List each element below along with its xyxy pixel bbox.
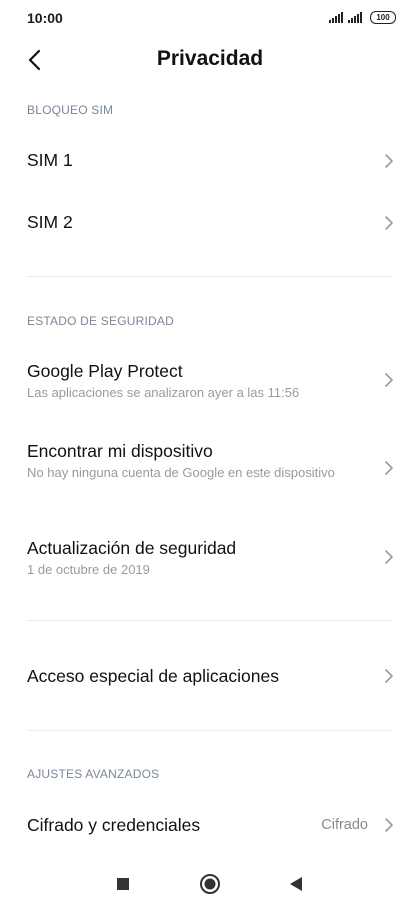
home-circle-icon xyxy=(200,874,220,894)
back-triangle-icon xyxy=(290,877,302,891)
chevron-right-icon xyxy=(385,461,393,475)
list-item-title: Encontrar mi dispositivo xyxy=(27,441,213,461)
list-item-title: Cifrado y credenciales xyxy=(27,815,201,835)
signal-icon xyxy=(329,11,343,23)
list-item-subtitle: Las aplicaciones se analizaron ayer a la… xyxy=(27,385,300,400)
divider xyxy=(27,276,393,277)
divider xyxy=(27,730,393,731)
list-item-security-update[interactable]: Actualización de seguridad 1 de octubre … xyxy=(0,527,420,589)
app-header: Privacidad xyxy=(0,36,420,84)
battery-level: 100 xyxy=(376,12,390,22)
section-header-advanced-settings: AJUSTES AVANZADOS xyxy=(27,767,160,781)
chevron-right-icon xyxy=(385,669,393,683)
recents-square-icon xyxy=(117,878,129,890)
section-header-security-status: ESTADO DE SEGURIDAD xyxy=(27,314,174,328)
battery-icon: 100 xyxy=(370,10,396,24)
list-item-google-play-protect[interactable]: Google Play Protect Las aplicaciones se … xyxy=(0,350,420,412)
chevron-right-icon xyxy=(385,216,393,230)
signal-icon xyxy=(348,11,362,23)
list-item-sim-1[interactable]: SIM 1 xyxy=(0,130,420,190)
list-item-subtitle: 1 de octubre de 2019 xyxy=(27,562,150,577)
section-header-sim-lock: BLOQUEO SIM xyxy=(27,103,114,117)
list-item-title: Google Play Protect xyxy=(27,361,183,381)
list-item-find-my-device[interactable]: Encontrar mi dispositivo No hay ninguna … xyxy=(0,430,420,506)
privacy-settings-screen: 10:00 100 Privacidad BLOQUEO SIM SIM 1 S… xyxy=(0,0,420,910)
status-bar: 10:00 100 xyxy=(0,0,420,36)
list-item-title: SIM 2 xyxy=(27,212,73,232)
list-item-title: Actualización de seguridad xyxy=(27,538,237,558)
list-item-title: SIM 1 xyxy=(27,150,73,170)
page-title: Privacidad xyxy=(156,47,264,70)
list-item-subtitle: No hay ninguna cuenta de Google en este … xyxy=(27,465,335,480)
list-item-sim-2[interactable]: SIM 2 xyxy=(0,192,420,252)
chevron-right-icon xyxy=(385,154,393,168)
divider xyxy=(27,620,393,621)
chevron-right-icon xyxy=(385,550,393,564)
recents-button[interactable] xyxy=(109,870,137,898)
list-item-value: Cifrado xyxy=(321,817,368,833)
status-time: 10:00 xyxy=(27,10,63,26)
chevron-right-icon xyxy=(385,373,393,387)
list-item-encryption-credentials[interactable]: Cifrado y credenciales Cifrado xyxy=(0,796,420,854)
chevron-right-icon xyxy=(385,818,393,832)
status-icons: 100 xyxy=(329,9,396,25)
list-item-special-app-access[interactable]: Acceso especial de aplicaciones xyxy=(0,646,420,706)
back-nav-button[interactable] xyxy=(282,870,310,898)
list-item-title: Acceso especial de aplicaciones xyxy=(27,666,279,686)
system-nav-bar xyxy=(0,858,420,910)
home-button[interactable] xyxy=(196,870,224,898)
